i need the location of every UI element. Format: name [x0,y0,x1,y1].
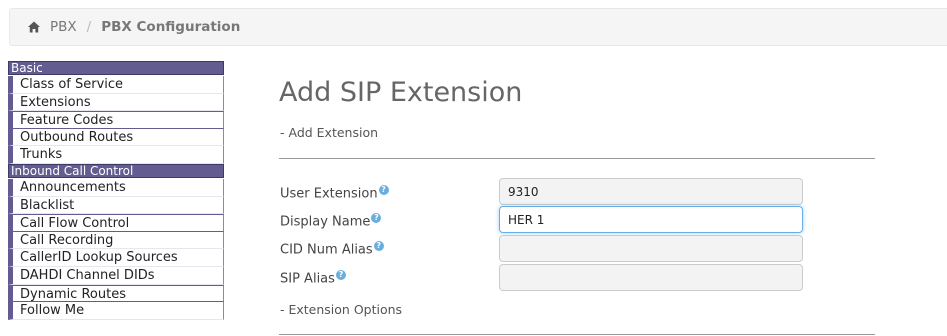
sidebar-item-extensions[interactable]: Extensions [8,93,224,112]
section-extension-options: - Extension Options [280,302,403,317]
sip-alias-label-text: SIP Alias [280,271,335,287]
sidebar-item-announcements[interactable]: Announcements [8,178,224,197]
sidebar-item-call-flow-control[interactable]: Call Flow Control [8,214,224,232]
cid-num-alias-input[interactable] [499,235,803,262]
display-name-label: Display Name? [280,213,382,230]
home-icon[interactable] [27,20,41,34]
help-icon[interactable]: ? [371,213,382,223]
user-extension-label: User Extension? [280,185,389,201]
sip-alias-label: SIP Alias? [280,270,346,286]
sidebar-header-inbound-call-control: Inbound Call Control [8,163,224,178]
page-title: Add SIP Extension [279,77,523,108]
user-extension-label-text: User Extension [280,186,378,202]
sidebar-item-call-recording[interactable]: Call Recording [8,231,224,250]
help-icon[interactable]: ? [378,185,389,195]
divider [279,334,875,335]
user-extension-input[interactable] [499,178,803,205]
sip-alias-input[interactable] [499,264,803,291]
help-icon[interactable]: ? [335,270,346,280]
sidebar-menu: Basic Class of Service Extensions Featur… [8,61,224,320]
sidebar-item-blacklist[interactable]: Blacklist [8,196,224,215]
cid-num-alias-label-text: CID Num Alias [280,242,373,258]
display-name-label-text: Display Name [280,214,371,230]
sidebar-item-feature-codes[interactable]: Feature Codes [8,111,224,129]
sidebar-item-callerid-lookup-sources[interactable]: CallerID Lookup Sources [8,249,224,267]
breadcrumb-current: PBX Configuration [101,19,241,35]
sidebar-item-trunks[interactable]: Trunks [8,146,224,164]
sidebar-item-dynamic-routes[interactable]: Dynamic Routes [8,284,224,303]
sidebar-item-outbound-routes[interactable]: Outbound Routes [8,128,224,147]
sidebar-item-follow-me[interactable]: Follow Me [8,302,224,320]
display-name-input[interactable] [499,206,803,233]
breadcrumb: PBX / PBX Configuration [9,8,947,46]
breadcrumb-pbx[interactable]: PBX [50,19,77,35]
divider [279,158,875,159]
section-add-extension: - Add Extension [280,125,379,140]
cid-num-alias-label: CID Num Alias? [280,241,384,257]
help-icon[interactable]: ? [373,241,384,251]
sidebar-item-class-of-service[interactable]: Class of Service [8,76,224,94]
breadcrumb-separator: / [86,19,92,35]
sidebar-item-dahdi-channel-dids[interactable]: DAHDI Channel DIDs [8,266,224,285]
sidebar-header-basic: Basic [8,61,224,75]
